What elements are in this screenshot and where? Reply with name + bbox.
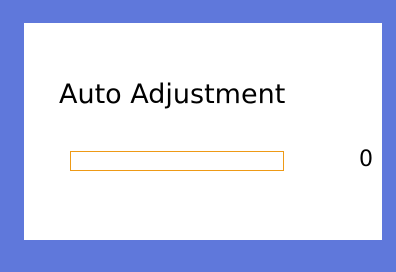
- auto-adjustment-panel: Auto Adjustment 0: [24, 23, 382, 240]
- auto-adjustment-title: Auto Adjustment: [59, 79, 286, 110]
- progress-value: 0: [359, 147, 373, 172]
- auto-adjustment-progress-bar: [70, 151, 284, 171]
- osd-frame: Auto Adjustment 0: [0, 0, 396, 272]
